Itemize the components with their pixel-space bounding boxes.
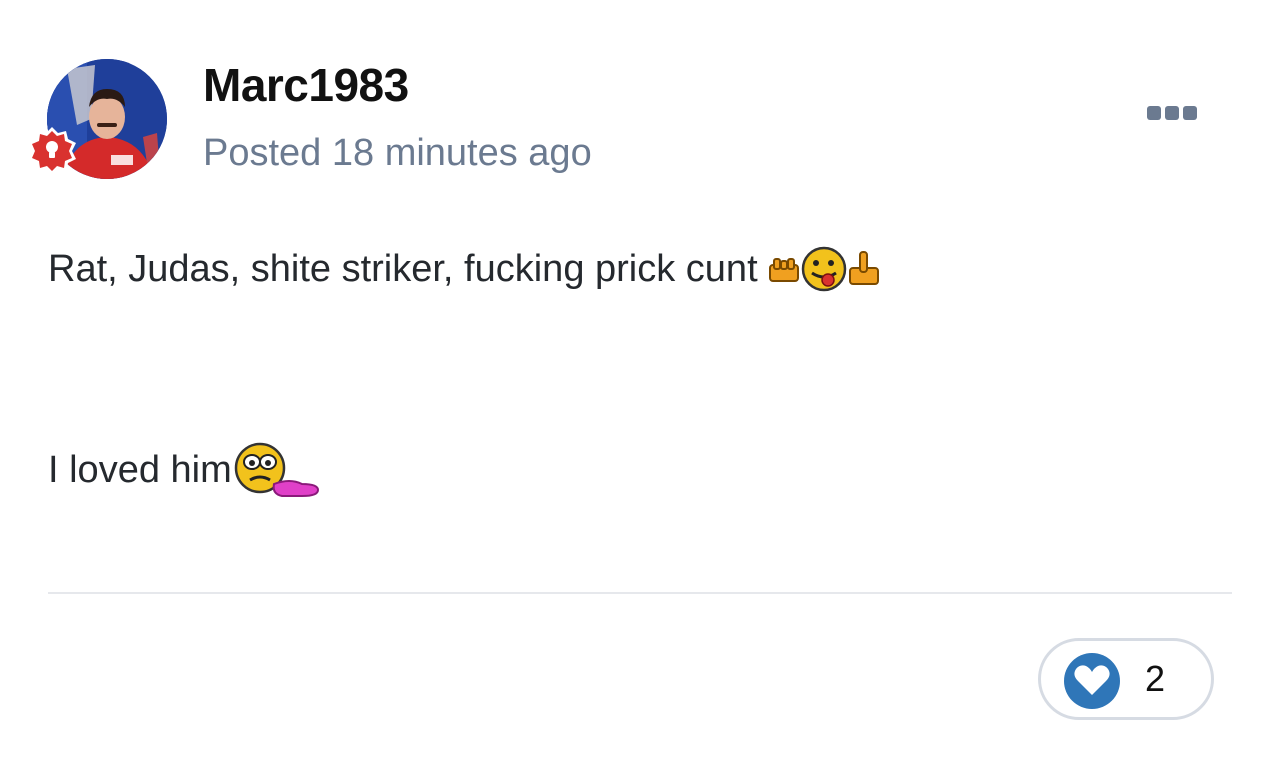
middle-finger-icon <box>848 251 879 285</box>
author-avatar-group[interactable] <box>24 59 169 184</box>
crying-tissue-smiley-icon <box>234 442 319 497</box>
more-options-button[interactable] <box>1140 96 1204 130</box>
post-line: Rat, Judas, shite striker, fucking prick… <box>48 242 880 296</box>
post-text: I loved him <box>48 449 232 491</box>
author-name[interactable]: Marc1983 <box>203 58 409 112</box>
divider <box>48 592 1232 594</box>
tongue-out-smiley-icon <box>801 246 846 292</box>
ellipsis-icon <box>1183 106 1197 120</box>
reaction-count: 2 <box>1145 658 1166 699</box>
post-line: I loved him <box>48 440 322 500</box>
ellipsis-icon <box>1165 106 1179 120</box>
post-text: Rat, Judas, shite striker, fucking prick… <box>48 248 758 290</box>
post-timestamp[interactable]: Posted 18 minutes ago <box>203 131 592 175</box>
badge-lightbulb-icon <box>24 125 80 181</box>
ellipsis-icon <box>1147 106 1161 120</box>
fist-icon <box>768 258 799 282</box>
heart-icon <box>1064 653 1120 709</box>
reaction-button[interactable]: 2 <box>1038 638 1214 720</box>
